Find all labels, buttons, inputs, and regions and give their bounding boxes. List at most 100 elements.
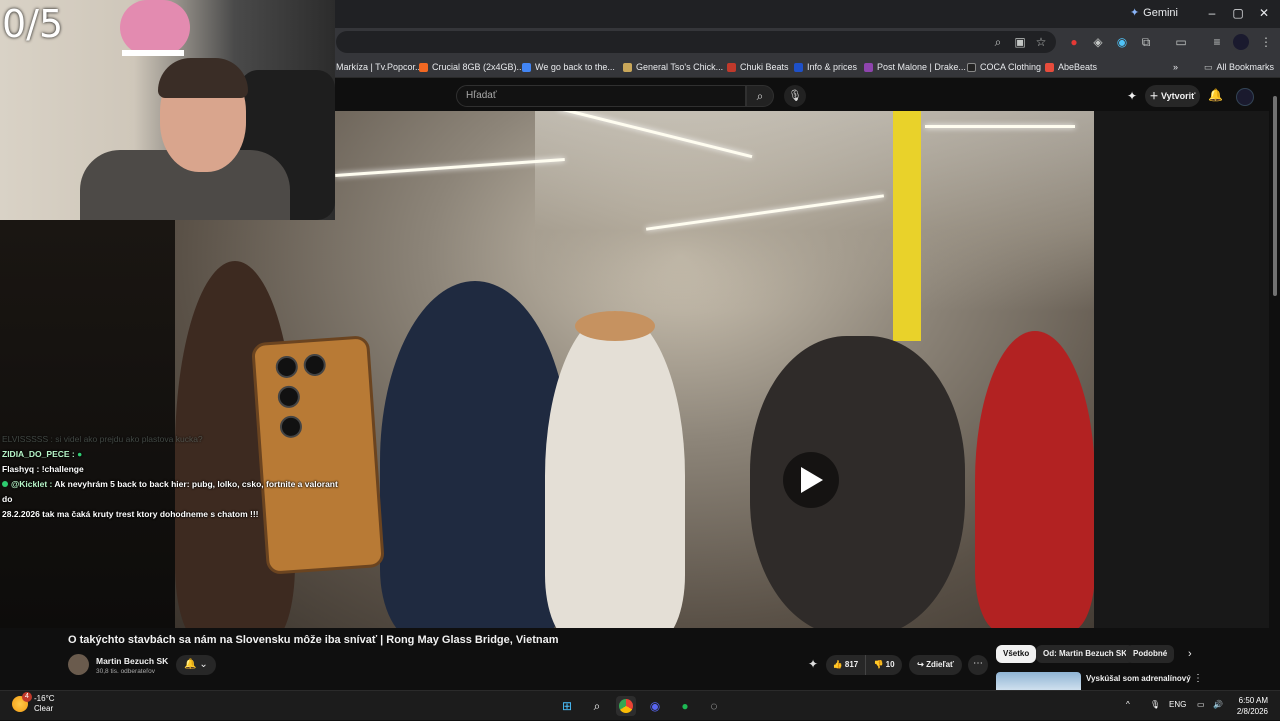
bookmark-item[interactable]: General Tso's Chick... xyxy=(623,60,723,74)
spotify-icon[interactable]: ● xyxy=(675,696,695,716)
badge-icon xyxy=(2,481,8,487)
gemini-button[interactable]: ✦ Gemini xyxy=(1129,6,1178,20)
video-frame-person xyxy=(545,311,685,628)
bookmark-item[interactable]: COCA Clothing xyxy=(967,60,1041,74)
bookmark-favicon xyxy=(864,62,873,72)
minimize-button[interactable]: – xyxy=(1200,4,1224,22)
video-frame-person xyxy=(380,281,570,628)
video-frame-pole xyxy=(893,111,921,341)
ask-ai-icon[interactable]: ✦ xyxy=(808,657,818,671)
extension-icon[interactable]: ● xyxy=(1066,34,1082,50)
more-actions-button[interactable]: ⋯ xyxy=(968,655,988,675)
emote-icon: ● xyxy=(77,449,83,459)
chip-related[interactable]: Podobné xyxy=(1126,645,1175,663)
chat-message: 28.2.2026 tak ma čaká kruty trest ktory … xyxy=(2,509,259,519)
like-button[interactable]: 👍 817 xyxy=(826,655,866,675)
chat-message: @Kicklet : Ak nevyhrám 5 back to back hi… xyxy=(2,479,338,504)
zoom-icon[interactable]: ⌕ xyxy=(990,34,1006,50)
profile-avatar-icon[interactable] xyxy=(1233,34,1249,50)
recommended-video-title[interactable]: Vyskúšal som adrenalínový xyxy=(1086,674,1191,683)
streamer-hair xyxy=(158,58,248,98)
microphone-icon: 🎙 xyxy=(788,90,802,102)
tray-overflow-icon[interactable]: ^ xyxy=(1126,700,1130,709)
search-input[interactable]: Hľadať xyxy=(456,85,746,107)
create-button[interactable]: ＋ Vytvoriť xyxy=(1145,85,1200,107)
video-frame-light xyxy=(925,125,1075,128)
chevron-right-icon[interactable]: › xyxy=(1188,648,1192,660)
play-icon xyxy=(801,467,823,493)
webcam-overlay: 0/5 xyxy=(0,0,335,220)
share-icon: ↪ xyxy=(917,660,924,669)
bookmark-item[interactable]: Info & prices xyxy=(794,60,857,74)
extension-icon[interactable]: ◈ xyxy=(1090,34,1106,50)
subscription-bell-button[interactable]: 🔔 ⌄ xyxy=(176,655,216,675)
bookmark-favicon xyxy=(727,62,736,72)
page-scrollbar[interactable] xyxy=(1270,82,1280,628)
more-vertical-icon[interactable]: ⋮ xyxy=(1193,673,1203,684)
bookmark-favicon xyxy=(1045,62,1054,72)
language-indicator[interactable]: ENG xyxy=(1169,700,1186,709)
bookmark-item[interactable]: Crucial 8GB (2x4GB)... xyxy=(419,60,524,74)
chat-message: ELVISSSSS : si videl ako prejdu ako plas… xyxy=(2,434,203,444)
channel-name[interactable]: Martin Bezuch SK xyxy=(96,656,168,666)
discord-icon[interactable]: ◉ xyxy=(645,696,665,716)
extensions-puzzle-icon[interactable]: ⧉ xyxy=(1138,34,1154,50)
menu-kebab-icon[interactable]: ⋮ xyxy=(1258,34,1274,50)
bell-icon: 🔔 xyxy=(184,659,197,670)
reading-list-icon[interactable]: ≡ xyxy=(1209,34,1225,50)
maximize-button[interactable]: ▢ xyxy=(1226,4,1250,22)
video-frame-person xyxy=(975,331,1094,628)
video-frame-light xyxy=(335,157,565,178)
close-window-button[interactable]: ✕ xyxy=(1252,4,1276,22)
share-button[interactable]: ↪ Zdieľať xyxy=(909,655,962,675)
sidebar-background xyxy=(1094,111,1269,628)
search-button[interactable]: ⌕ xyxy=(746,85,774,107)
clock[interactable]: 6:50 AM 2/8/2026 xyxy=(1237,695,1268,717)
address-bar[interactable] xyxy=(336,31,1056,53)
challenge-counter: 0/5 xyxy=(2,2,64,46)
windows-start-icon[interactable]: ⊞ xyxy=(557,696,577,716)
windows-taskbar: 4 -16°C Clear ⊞ ⌕ ◉ ● ◌ ^ 🎙 ENG ▭ 🔊 6:50… xyxy=(0,690,1280,720)
folder-icon: ▭ xyxy=(1204,61,1213,72)
subscriber-count: 30,8 tis. odberateľov xyxy=(96,668,155,675)
bookmark-item[interactable]: Chuki Beats xyxy=(727,60,789,74)
voice-search-button[interactable]: 🎙 xyxy=(784,85,806,107)
weather-condition: Clear xyxy=(34,704,54,713)
bookmark-favicon xyxy=(419,62,428,72)
ai-sparkle-icon[interactable]: ✦ xyxy=(1127,89,1137,103)
microphone-icon[interactable]: 🎙 xyxy=(1150,700,1160,709)
taskbar-search-icon[interactable]: ⌕ xyxy=(587,696,607,716)
chip-all[interactable]: Všetko xyxy=(996,645,1037,663)
notifications-bell-icon[interactable]: 🔔 xyxy=(1208,88,1223,102)
chrome-icon[interactable] xyxy=(616,696,636,716)
bookmark-star-icon[interactable]: ☆ xyxy=(1033,34,1049,50)
account-avatar[interactable] xyxy=(1236,88,1254,106)
bookmark-item[interactable]: AbeBeats xyxy=(1045,60,1097,74)
chip-from-channel[interactable]: Od: Martin Bezuch SK xyxy=(1036,645,1135,663)
plush-toy xyxy=(120,0,190,55)
bookmark-item[interactable]: Markíza | Tv.Popcor... xyxy=(336,60,423,74)
dislike-button[interactable]: 👎 10 xyxy=(866,655,902,675)
chevron-down-icon: ⌄ xyxy=(199,659,208,670)
weather-widget[interactable]: 4 -16°C Clear xyxy=(12,692,55,714)
shelf xyxy=(122,50,184,56)
date: 2/8/2026 xyxy=(1236,707,1268,716)
channel-avatar[interactable] xyxy=(68,654,89,675)
bookmark-item[interactable]: Post Malone | Drake... xyxy=(864,60,966,74)
install-icon[interactable]: ▣ xyxy=(1012,34,1028,50)
scrollbar-thumb[interactable] xyxy=(1273,96,1277,296)
chat-overlay: ELVISSSSS : si videl ako prejdu ako plas… xyxy=(2,432,347,522)
time: 6:50 AM xyxy=(1238,696,1268,705)
gemini-icon: ✦ xyxy=(1129,7,1140,19)
play-button[interactable] xyxy=(783,452,839,508)
app-icon[interactable]: ◌ xyxy=(704,696,724,716)
all-bookmarks-button[interactable]: ▭ All Bookmarks xyxy=(1204,60,1274,74)
recommended-video-thumbnail[interactable] xyxy=(996,672,1081,690)
volume-icon[interactable]: 🔊 xyxy=(1213,700,1223,709)
bookmark-item[interactable]: We go back to the... xyxy=(522,60,615,74)
network-icon[interactable]: ▭ xyxy=(1197,700,1205,709)
video-frame-person xyxy=(575,311,655,341)
extension-icon[interactable]: ◉ xyxy=(1114,34,1130,50)
cast-icon[interactable]: ▭ xyxy=(1173,34,1189,50)
bookmarks-overflow-button[interactable]: » xyxy=(1173,60,1178,74)
